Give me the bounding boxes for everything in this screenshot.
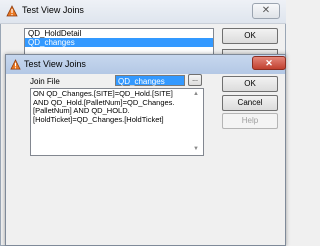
warning-triangle-icon: [10, 59, 21, 70]
join-condition-textarea[interactable]: ON QD_Changes.[SITE]=QD_Hold.[SITE] AND …: [30, 88, 204, 156]
ok-button[interactable]: OK: [222, 76, 278, 92]
back-close-button[interactable]: ✕: [252, 3, 280, 19]
front-window-title: Test View Joins: [24, 59, 86, 69]
scroll-down-icon[interactable]: ▼: [189, 144, 203, 154]
join-file-label: Join File: [30, 77, 60, 86]
close-button[interactable]: ✕: [252, 56, 286, 70]
join-file-field[interactable]: QD_changes: [115, 75, 185, 86]
back-window-title: Test View Joins: [22, 5, 84, 15]
cancel-button[interactable]: Cancel: [222, 95, 278, 111]
back-ok-button[interactable]: OK: [222, 28, 278, 44]
help-button[interactable]: Help: [222, 113, 278, 129]
list-item-selected[interactable]: QD_changes: [25, 38, 213, 47]
front-title-bar[interactable]: Test View Joins: [5, 54, 286, 74]
list-item[interactable]: QD_HoldDetail: [25, 29, 213, 38]
back-title-bar[interactable]: Test View Joins: [0, 0, 286, 24]
scroll-up-icon[interactable]: ▲: [189, 89, 203, 99]
warning-triangle-icon: [6, 5, 18, 17]
browse-button[interactable]: ...: [188, 74, 202, 86]
